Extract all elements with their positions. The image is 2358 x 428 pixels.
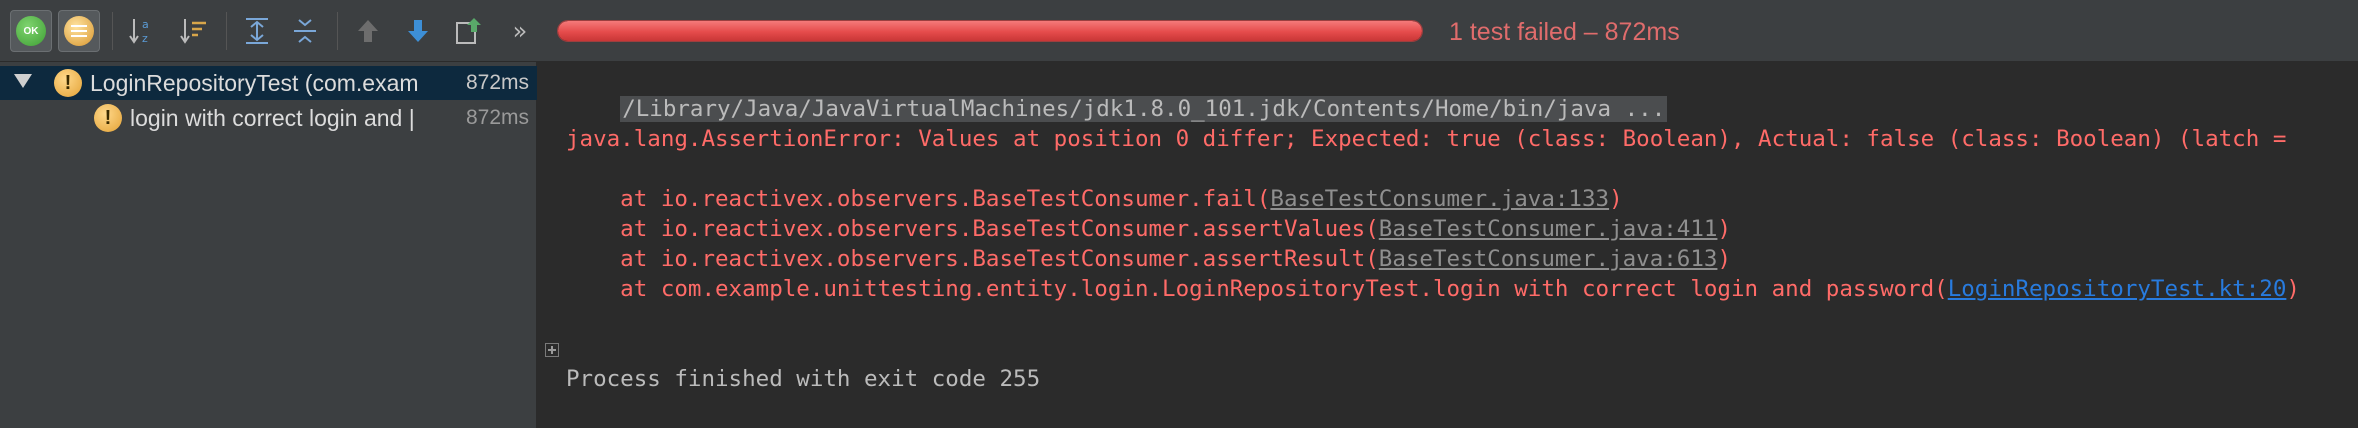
sort-alphabetically-button[interactable]: a z: [122, 10, 164, 52]
stack-trace-text: at com.example.unittesting.entity.login.…: [566, 276, 1948, 302]
console-output[interactable]: /Library/Java/JavaVirtualMachines/jdk1.8…: [540, 62, 2358, 428]
test-progress-bar: [557, 20, 1423, 42]
svg-text:a: a: [142, 18, 149, 31]
tree-item-duration: 872ms: [465, 106, 529, 129]
sort-by-duration-button[interactable]: [173, 10, 215, 52]
test-tree: ! LoginRepositoryTest (com.exam 872ms ! …: [0, 62, 537, 428]
stack-trace-link[interactable]: BaseTestConsumer.java:411: [1379, 216, 1718, 242]
fold-expand-icon[interactable]: [545, 343, 559, 357]
expand-all-button[interactable]: [236, 10, 278, 52]
show-passed-button[interactable]: OK: [10, 10, 52, 52]
stack-trace-source-link[interactable]: LoginRepositoryTest.kt:20: [1948, 276, 2287, 302]
expand-arrow-icon[interactable]: [14, 74, 32, 88]
tree-item-login-repository-test[interactable]: ! LoginRepositoryTest (com.exam 872ms: [0, 66, 537, 100]
stack-trace-line: at io.reactivex.observers.BaseTestConsum…: [566, 244, 1731, 274]
stack-trace-line: at com.example.unittesting.entity.login.…: [566, 274, 2300, 304]
console-command-line[interactable]: /Library/Java/JavaVirtualMachines/jdk1.8…: [566, 64, 1668, 122]
toolbar-separator: [337, 12, 338, 50]
tree-item-duration: 872ms: [465, 71, 529, 94]
collapse-all-button[interactable]: [284, 10, 326, 52]
stack-trace-suffix: ): [1609, 186, 1623, 212]
ok-label: OK: [23, 25, 39, 37]
test-status-text: 1 test failed – 872ms: [1449, 18, 1680, 46]
toolbar-separator: [112, 12, 113, 50]
stack-trace-line: at io.reactivex.observers.BaseTestConsum…: [566, 214, 1731, 244]
stack-trace-link[interactable]: BaseTestConsumer.java:133: [1270, 186, 1609, 212]
show-passed-icon: OK: [16, 16, 46, 46]
export-results-icon: [456, 18, 481, 44]
svg-text:z: z: [142, 32, 148, 45]
toolbar-separator: [226, 12, 227, 50]
show-ignored-icon: [64, 16, 94, 46]
stack-trace-suffix: ): [1717, 246, 1731, 272]
process-exit-line: Process finished with exit code 255: [566, 366, 1041, 392]
export-results-button[interactable]: [447, 10, 489, 52]
expand-all-icon: [246, 18, 268, 44]
tree-item-login-test[interactable]: ! login with correct login and | 872ms: [0, 101, 537, 135]
more-button[interactable]: »: [499, 10, 541, 52]
stack-trace-text: at io.reactivex.observers.BaseTestConsum…: [566, 216, 1379, 242]
tree-item-label: login with correct login and |: [130, 105, 415, 131]
stack-trace-suffix: ): [1717, 216, 1731, 242]
stack-trace-line: at io.reactivex.observers.BaseTestConsum…: [566, 184, 1623, 214]
previous-failed-button[interactable]: [347, 10, 389, 52]
next-failed-button[interactable]: [397, 10, 439, 52]
collapse-all-icon: [294, 19, 316, 43]
progress-fill: [558, 21, 1422, 41]
console-error-line: java.lang.AssertionError: Values at posi…: [566, 126, 2300, 152]
sort-by-duration-icon: [180, 19, 206, 44]
console-command[interactable]: /Library/Java/JavaVirtualMachines/jdk1.8…: [620, 96, 1668, 122]
warning-icon: !: [54, 69, 82, 97]
warning-icon: !: [94, 104, 122, 132]
stack-trace-text: at io.reactivex.observers.BaseTestConsum…: [566, 186, 1271, 212]
sort-alphabetically-icon: a z: [129, 18, 149, 45]
stack-trace-suffix: ): [2286, 276, 2300, 302]
stack-trace-link[interactable]: BaseTestConsumer.java:613: [1379, 246, 1718, 272]
next-failed-icon: [408, 20, 428, 42]
show-ignored-button[interactable]: [58, 10, 100, 52]
tree-item-label: LoginRepositoryTest (com.exam: [90, 70, 419, 96]
more-icon: »: [512, 17, 528, 45]
stack-trace-text: at io.reactivex.observers.BaseTestConsum…: [566, 246, 1379, 272]
test-runner-toolbar: OK a z » 1 test failed – 872ms: [0, 0, 2358, 62]
previous-failed-icon: [358, 20, 378, 42]
